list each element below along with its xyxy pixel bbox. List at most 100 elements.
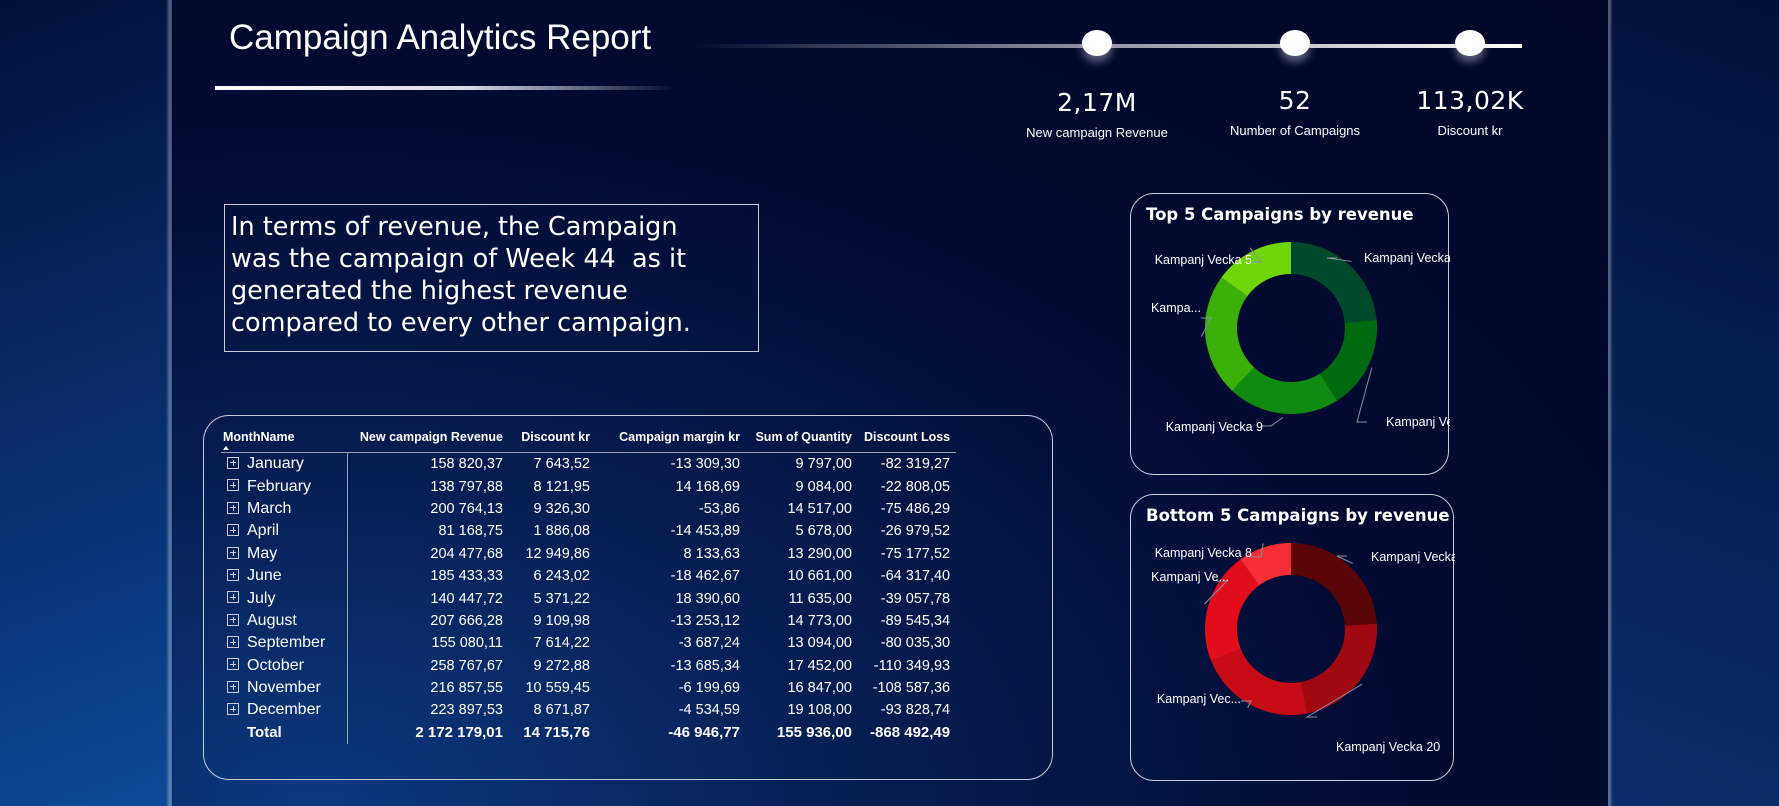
margin-cell: 14 168,69	[675, 478, 740, 495]
discount-cell: 1 886,08	[533, 523, 590, 540]
column-header-discount[interactable]: Discount kr	[509, 430, 596, 453]
discount-cell: 7 614,22	[533, 635, 590, 652]
kpi-value: 2,17M	[1057, 88, 1137, 117]
discount-cell: 7 643,52	[533, 456, 590, 473]
expand-icon[interactable]	[227, 524, 239, 537]
month-cell: May	[221, 542, 348, 565]
kpi-dot-discount	[1455, 30, 1485, 56]
slice-label: Kampanj Vec...	[1157, 692, 1241, 706]
table-row: September 155 080,11 7 614,22 -3 687,24 13 0…	[221, 632, 956, 655]
quantity-cell: 17 452,00	[787, 657, 852, 674]
insight-line: compared to every other campaign.	[231, 308, 691, 338]
expand-icon[interactable]	[227, 456, 239, 469]
total-margin: -46 946,77	[668, 724, 740, 742]
insight-line: generated the highest revenue	[231, 276, 628, 306]
month-cell: August	[221, 609, 348, 633]
sort-ascending-icon[interactable]	[223, 446, 229, 450]
discount-loss-cell: -75 486,29	[880, 500, 951, 517]
kpi-card-discount[interactable]: 113,02K Discount kr	[1390, 86, 1550, 138]
slice-label: Kampa...	[1151, 301, 1201, 315]
month-cell: December	[221, 699, 348, 722]
kpi-card-revenue[interactable]: 2,17M New campaign Revenue	[1017, 88, 1177, 140]
insight-line: In terms of revenue, the Campaign	[231, 212, 678, 242]
expand-icon[interactable]	[227, 479, 239, 492]
margin-cell: -13 685,34	[670, 657, 740, 674]
table-row: April 81 168,75 1 886,08 -14 453,89 5 678,00…	[221, 520, 956, 543]
revenue-cell: 223 897,53	[430, 702, 503, 719]
quantity-cell: 19 108,00	[787, 702, 852, 719]
total-quantity: 155 936,00	[776, 724, 852, 742]
kpi-label: Discount kr	[1437, 123, 1503, 138]
kpi-value: 113,02K	[1416, 86, 1524, 115]
expand-icon[interactable]	[227, 613, 239, 626]
canvas: Campaign Analytics Report 2,17M New camp…	[0, 0, 1779, 806]
expand-icon[interactable]	[227, 568, 239, 581]
top5-donut-chart: Kampanj Vecka 44 Kampanj Vec... Kampanj Ve…	[1151, 242, 1450, 434]
column-header-quantity[interactable]: Sum of Quantity	[746, 430, 858, 453]
month-label: June	[247, 567, 282, 585]
month-label: January	[247, 455, 304, 473]
table-header-row: MonthName New campaign Revenue Discount …	[221, 430, 957, 453]
top5-chart-panel: Top 5 Campaigns by revenue Kampanj Vecka…	[1130, 193, 1450, 475]
revenue-cell: 140 447,72	[430, 590, 503, 607]
discount-loss-cell: -22 808,05	[880, 478, 951, 495]
expand-icon[interactable]	[227, 591, 239, 604]
matrix-table-panel: MonthName New campaign Revenue Discount …	[203, 415, 1053, 780]
discount-cell: 10 559,45	[525, 680, 590, 697]
column-header-margin[interactable]: Campaign margin kr	[596, 430, 746, 453]
total-label: Total	[221, 721, 348, 745]
title-underline	[215, 86, 675, 90]
slice-label: Kampanj Vecka 8	[1155, 546, 1252, 560]
donut-slice[interactable]	[1301, 623, 1377, 714]
kpi-dot-campaigns	[1280, 30, 1310, 56]
table-row: May 204 477,68 12 949,86 8 133,63 13 290,00 -…	[221, 542, 956, 565]
quantity-cell: 9 797,00	[795, 456, 852, 473]
discount-cell: 6 243,02	[533, 568, 590, 585]
revenue-cell: 158 820,37	[430, 456, 503, 473]
matrix-table: MonthName New campaign Revenue Discount …	[221, 430, 957, 745]
quantity-cell: 14 773,00	[787, 612, 852, 629]
discount-cell: 8 671,87	[533, 702, 590, 719]
bottom5-donut-chart: Kampanj Vecka 28 Kampanj Vecka 20 Kampanj …	[1151, 543, 1455, 754]
month-cell: July	[221, 587, 348, 610]
column-header-revenue[interactable]: New campaign Revenue	[347, 430, 509, 453]
expand-icon[interactable]	[227, 546, 239, 559]
margin-cell: -6 199,69	[678, 680, 740, 697]
column-header-discount-loss[interactable]: Discount Loss	[858, 430, 957, 453]
month-cell: October	[221, 654, 348, 677]
month-cell: January	[221, 452, 348, 476]
expand-icon[interactable]	[227, 636, 239, 649]
margin-cell: -3 687,24	[678, 635, 740, 652]
expand-icon[interactable]	[227, 680, 239, 693]
page-title: Campaign Analytics Report	[229, 18, 652, 57]
table-row: August 207 666,28 9 109,98 -13 253,12 14 773…	[221, 609, 956, 633]
expand-icon[interactable]	[227, 658, 239, 671]
month-label: March	[247, 499, 292, 517]
discount-loss-cell: -39 057,78	[880, 590, 951, 607]
discount-loss-cell: -110 349,93	[873, 657, 951, 674]
donut-slice[interactable]	[1291, 543, 1377, 626]
month-label: October	[247, 656, 304, 674]
revenue-cell: 204 477,68	[430, 545, 503, 562]
slice-label: Kampanj Vecka 5	[1155, 253, 1252, 267]
discount-loss-cell: -108 587,36	[872, 680, 951, 697]
table-row: June 185 433,33 6 243,02 -18 462,67 10 661,0…	[221, 564, 956, 588]
table-row: February 138 797,88 8 121,95 14 168,69 9 084…	[221, 475, 956, 498]
month-cell: June	[221, 564, 348, 588]
report-page: Campaign Analytics Report 2,17M New camp…	[172, 0, 1608, 806]
expand-icon[interactable]	[227, 703, 239, 716]
discount-loss-cell: -82 319,27	[880, 456, 951, 473]
total-revenue: 2 172 179,01	[415, 724, 503, 742]
revenue-cell: 207 666,28	[430, 612, 503, 629]
discount-cell: 12 949,86	[525, 545, 590, 562]
column-header-monthname[interactable]: MonthName	[221, 430, 347, 453]
kpi-label: Number of Campaigns	[1229, 123, 1361, 138]
discount-loss-cell: -89 545,34	[880, 612, 951, 629]
month-cell: September	[221, 632, 348, 655]
expand-icon[interactable]	[227, 501, 239, 514]
kpi-card-campaigns[interactable]: 52 Number of Campaigns	[1215, 86, 1375, 138]
insight-textbox[interactable]: In terms of revenue, the Campaign was th…	[224, 204, 759, 352]
month-label: April	[247, 522, 280, 540]
discount-loss-cell: -75 177,52	[880, 545, 951, 562]
kpi-value: 52	[1278, 86, 1312, 115]
